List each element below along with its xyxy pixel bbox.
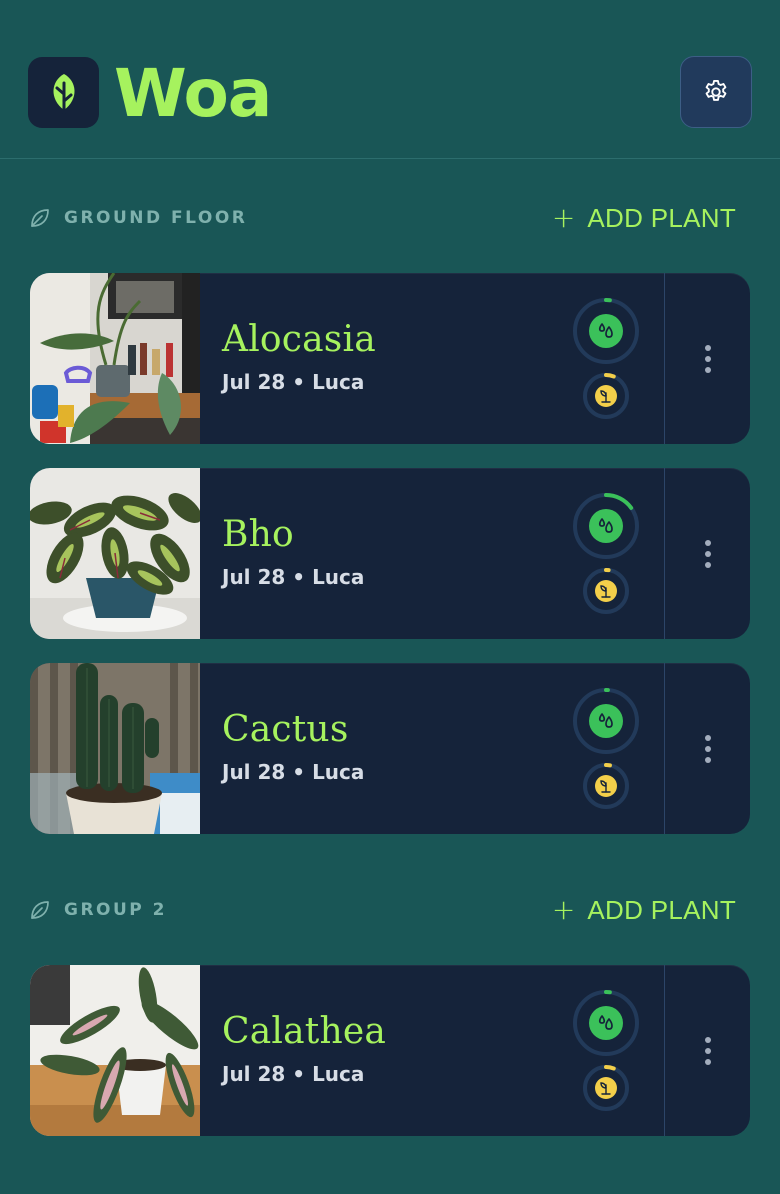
plus-icon: + (551, 201, 576, 234)
add-plant-button[interactable]: + ADD PLANT (552, 892, 736, 928)
plant-name: Bho (222, 514, 294, 555)
plant-card-bho[interactable]: Bho Jul 28 • Luca (30, 468, 750, 639)
app-header: Woa (0, 0, 780, 159)
more-vertical-icon (704, 539, 711, 568)
section-title: GROUND FLOOR (64, 208, 248, 228)
fertilize-status (583, 568, 629, 614)
care-status (570, 490, 642, 616)
care-status (570, 295, 642, 421)
plus-icon: + (551, 893, 576, 926)
settings-button[interactable] (680, 56, 752, 128)
leaf-icon (31, 209, 49, 227)
water-status (573, 688, 639, 754)
more-options-button[interactable] (665, 663, 750, 834)
fertilize-status (583, 763, 629, 809)
more-vertical-icon (704, 1036, 711, 1065)
plant-card-calathea[interactable]: Calathea Jul 28 • Luca (30, 965, 750, 1136)
add-plant-label: ADD PLANT (587, 203, 736, 233)
leaf-logo-icon (52, 73, 75, 114)
plant-name: Calathea (222, 1011, 387, 1052)
water-status (573, 990, 639, 1056)
plant-card-cactus[interactable]: Cactus Jul 28 • Luca (30, 663, 750, 834)
section-header-group-2: GROUP 2 + ADD PLANT (0, 890, 780, 930)
water-status (573, 493, 639, 559)
section-title: GROUP 2 (64, 900, 168, 920)
more-options-button[interactable] (665, 468, 750, 639)
gear-icon (705, 79, 727, 101)
fertilize-status (583, 1065, 629, 1111)
more-vertical-icon (704, 734, 711, 763)
plant-last-care: Jul 28 • Luca (222, 565, 365, 589)
leaf-icon (31, 901, 49, 919)
more-options-button[interactable] (665, 965, 750, 1136)
plant-card-alocasia[interactable]: Alocasia Jul 28 • Luca (30, 273, 750, 444)
add-plant-label: ADD PLANT (587, 895, 736, 925)
plant-name: Cactus (222, 709, 349, 750)
plant-last-care: Jul 28 • Luca (222, 760, 365, 784)
plant-photo (30, 965, 200, 1136)
plant-photo (30, 468, 200, 639)
add-plant-button[interactable]: + ADD PLANT (552, 200, 736, 236)
plant-name: Alocasia (222, 319, 376, 360)
plant-photo (30, 663, 200, 834)
plant-last-care: Jul 28 • Luca (222, 1062, 365, 1086)
care-status (570, 987, 642, 1113)
plant-last-care: Jul 28 • Luca (222, 370, 365, 394)
app-title: Woa (114, 55, 272, 132)
section-header-ground-floor: GROUND FLOOR + ADD PLANT (0, 198, 780, 238)
more-options-button[interactable] (665, 273, 750, 444)
care-status (570, 685, 642, 811)
fertilize-status (583, 373, 629, 419)
app-logo (28, 57, 99, 128)
more-vertical-icon (704, 344, 711, 373)
plant-photo (30, 273, 200, 444)
water-status (573, 298, 639, 364)
